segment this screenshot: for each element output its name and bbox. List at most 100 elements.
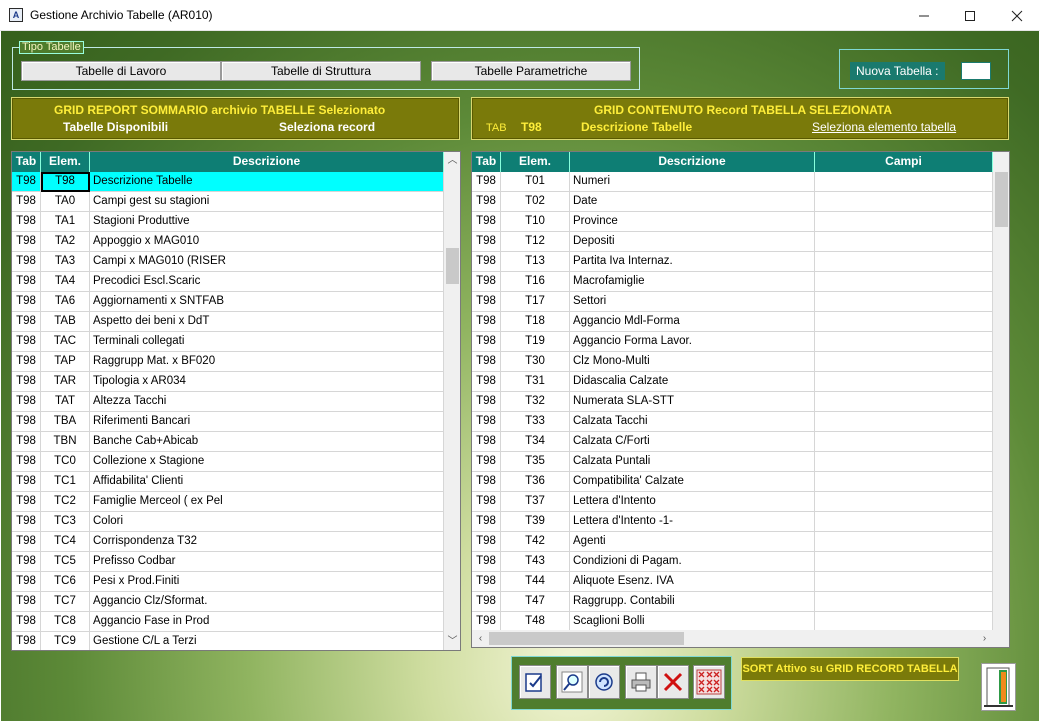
cell-tab[interactable]: T98 (12, 212, 41, 232)
scroll-left-icon[interactable]: ‹ (472, 630, 489, 647)
cell-tab[interactable]: T98 (472, 172, 501, 192)
cell-tab[interactable]: T98 (12, 632, 41, 650)
scroll-right-icon[interactable]: › (976, 630, 993, 647)
cell-descrizione[interactable]: Aggancio Fase in Prod (90, 612, 444, 632)
cell-tab[interactable]: T98 (12, 252, 41, 272)
cell-descrizione[interactable]: Lettera d'Intento -1- (570, 512, 815, 532)
cell-descrizione[interactable]: Partita Iva Internaz. (570, 252, 815, 272)
cell-elem[interactable]: TAB (41, 312, 90, 332)
tabelle-parametriche-button[interactable]: Tabelle Parametriche (431, 61, 631, 81)
cell-descrizione[interactable]: Altezza Tacchi (90, 392, 444, 412)
table-row[interactable]: T98 T17 Settori (472, 292, 993, 312)
cell-elem[interactable]: T43 (501, 552, 570, 572)
minimize-button[interactable] (901, 0, 947, 31)
cell-descrizione[interactable]: Condizioni di Pagam. (570, 552, 815, 572)
table-row[interactable]: T98 T42 Agenti (472, 532, 993, 552)
cell-descrizione[interactable]: Aliquote Esenz. IVA (570, 572, 815, 592)
cell-tab[interactable]: T98 (12, 292, 41, 312)
table-row[interactable]: T98 TA2 Appoggio x MAG010 (12, 232, 444, 252)
tabelle-lavoro-button[interactable]: Tabelle di Lavoro (21, 61, 221, 81)
cell-elem[interactable]: T02 (501, 192, 570, 212)
cell-tab[interactable]: T98 (472, 552, 501, 572)
cell-tab[interactable]: T98 (472, 492, 501, 512)
cell-tab[interactable]: T98 (472, 512, 501, 532)
cell-elem[interactable]: TC9 (41, 632, 90, 650)
cell-tab[interactable]: T98 (472, 472, 501, 492)
right-col-descrizione[interactable]: Descrizione (570, 152, 815, 172)
cell-tab[interactable]: T98 (12, 232, 41, 252)
cell-descrizione[interactable]: Terminali collegati (90, 332, 444, 352)
cell-descrizione[interactable]: Aggiornamenti x SNTFAB (90, 292, 444, 312)
cell-tab[interactable]: T98 (12, 312, 41, 332)
cell-elem[interactable]: T37 (501, 492, 570, 512)
left-col-tab[interactable]: Tab (12, 152, 41, 172)
cell-campi[interactable] (815, 612, 993, 632)
cell-campi[interactable] (815, 372, 993, 392)
exit-button[interactable] (981, 663, 1016, 711)
cell-tab[interactable]: T98 (12, 272, 41, 292)
delete-button[interactable] (657, 665, 689, 699)
cell-campi[interactable] (815, 352, 993, 372)
cell-elem[interactable]: T17 (501, 292, 570, 312)
cell-elem[interactable]: TA3 (41, 252, 90, 272)
cell-descrizione[interactable]: Prefisso Codbar (90, 552, 444, 572)
nuova-tabella-input[interactable] (961, 62, 991, 80)
cell-descrizione[interactable]: Aggancio Forma Lavor. (570, 332, 815, 352)
cell-elem[interactable]: T13 (501, 252, 570, 272)
table-row[interactable]: T98 TC0 Collezione x Stagione (12, 452, 444, 472)
cell-descrizione[interactable]: Tipologia x AR034 (90, 372, 444, 392)
cell-tab[interactable]: T98 (472, 332, 501, 352)
cell-tab[interactable]: T98 (472, 612, 501, 632)
table-row[interactable]: T98 TBA Riferimenti Bancari (12, 412, 444, 432)
refresh-button[interactable] (588, 665, 620, 699)
cell-descrizione[interactable]: Raggrupp Mat. x BF020 (90, 352, 444, 372)
cell-campi[interactable] (815, 232, 993, 252)
cell-tab[interactable]: T98 (12, 532, 41, 552)
cell-descrizione[interactable]: Corrispondenza T32 (90, 532, 444, 552)
cell-descrizione[interactable]: Depositi (570, 232, 815, 252)
cell-campi[interactable] (815, 212, 993, 232)
table-row[interactable]: T98 TC9 Gestione C/L a Terzi (12, 632, 444, 650)
cell-campi[interactable] (815, 452, 993, 472)
cell-tab[interactable]: T98 (12, 612, 41, 632)
table-row[interactable]: T98 TAP Raggrupp Mat. x BF020 (12, 352, 444, 372)
cell-descrizione[interactable]: Calzata Puntali (570, 452, 815, 472)
cell-descrizione[interactable]: Clz Mono-Multi (570, 352, 815, 372)
cell-descrizione[interactable]: Stagioni Produttive (90, 212, 444, 232)
cell-descrizione[interactable]: Settori (570, 292, 815, 312)
cell-descrizione[interactable]: Aggancio Clz/Sformat. (90, 592, 444, 612)
right-grid[interactable]: Tab Elem. Descrizione Campi T98 T01 Numeri… (471, 151, 1010, 648)
cell-campi[interactable] (815, 252, 993, 272)
cell-elem[interactable]: TA6 (41, 292, 90, 312)
table-row[interactable]: T98 TAR Tipologia x AR034 (12, 372, 444, 392)
table-row[interactable]: T98 T34 Calzata C/Forti (472, 432, 993, 452)
cell-descrizione[interactable]: Calzata Tacchi (570, 412, 815, 432)
cell-tab[interactable]: T98 (12, 192, 41, 212)
table-row[interactable]: T98 T32 Numerata SLA-STT (472, 392, 993, 412)
cell-elem[interactable]: T47 (501, 592, 570, 612)
cell-descrizione[interactable]: Precodici Escl.Scaric (90, 272, 444, 292)
table-row[interactable]: T98 TBN Banche Cab+Abicab (12, 432, 444, 452)
cell-tab[interactable]: T98 (472, 192, 501, 212)
table-row[interactable]: T98 T01 Numeri (472, 172, 993, 192)
table-row[interactable]: T98 TAC Terminali collegati (12, 332, 444, 352)
cell-descrizione[interactable]: Riferimenti Bancari (90, 412, 444, 432)
table-row[interactable]: T98 T37 Lettera d'Intento (472, 492, 993, 512)
cell-elem[interactable]: TC6 (41, 572, 90, 592)
cell-descrizione[interactable]: Province (570, 212, 815, 232)
cell-campi[interactable] (815, 312, 993, 332)
right-vertical-scrollbar[interactable] (993, 152, 1009, 630)
cell-tab[interactable]: T98 (472, 272, 501, 292)
cell-elem[interactable]: TBA (41, 412, 90, 432)
cell-elem[interactable]: T33 (501, 412, 570, 432)
table-row[interactable]: T98 T39 Lettera d'Intento -1- (472, 512, 993, 532)
cell-descrizione[interactable]: Lettera d'Intento (570, 492, 815, 512)
cell-elem[interactable]: TC1 (41, 472, 90, 492)
cell-tab[interactable]: T98 (472, 212, 501, 232)
right-col-tab[interactable]: Tab (472, 152, 501, 172)
cell-campi[interactable] (815, 192, 993, 212)
left-col-elem[interactable]: Elem. (41, 152, 90, 172)
cell-descrizione[interactable]: Gestione C/L a Terzi (90, 632, 444, 650)
cell-elem[interactable]: T16 (501, 272, 570, 292)
cell-tab[interactable]: T98 (12, 432, 41, 452)
